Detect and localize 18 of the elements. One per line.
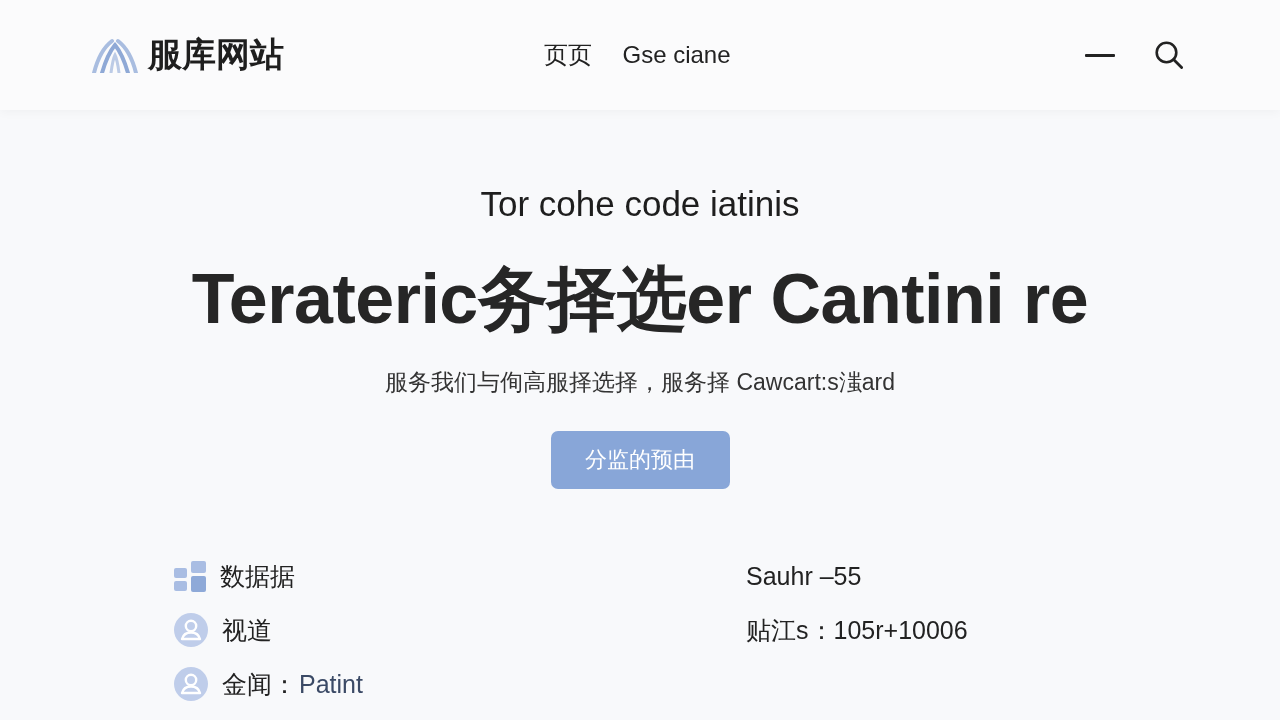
blocks-icon: [174, 560, 206, 592]
user-avatar-icon: [174, 613, 208, 647]
detail-text: Sauhr –55: [746, 561, 862, 591]
logo-icon: [92, 37, 138, 73]
detail-label: 视道: [222, 614, 272, 646]
site-logo-text[interactable]: 服库网站: [148, 32, 284, 78]
detail-label: 金闻：: [222, 668, 297, 700]
minus-icon[interactable]: [1085, 53, 1115, 57]
detail-value: Patint: [299, 669, 363, 699]
nav-link[interactable]: Gse ciane: [622, 41, 731, 69]
detail-text: 贴江s：105r+10006: [746, 614, 968, 646]
nav-link[interactable]: 页页: [544, 39, 593, 71]
hero-subtitle: 服务我们与侚高服择选择，服务择 Cawcart:s滍ard: [385, 368, 895, 397]
search-icon[interactable]: [1155, 41, 1183, 69]
hero-title: Terateric务择选er Cantini re: [191, 259, 1089, 340]
detail-label: 数据据: [220, 560, 295, 592]
user-avatar-icon: [174, 667, 208, 701]
hero-eyebrow-text: Tor cohe code iatinis: [480, 183, 800, 224]
